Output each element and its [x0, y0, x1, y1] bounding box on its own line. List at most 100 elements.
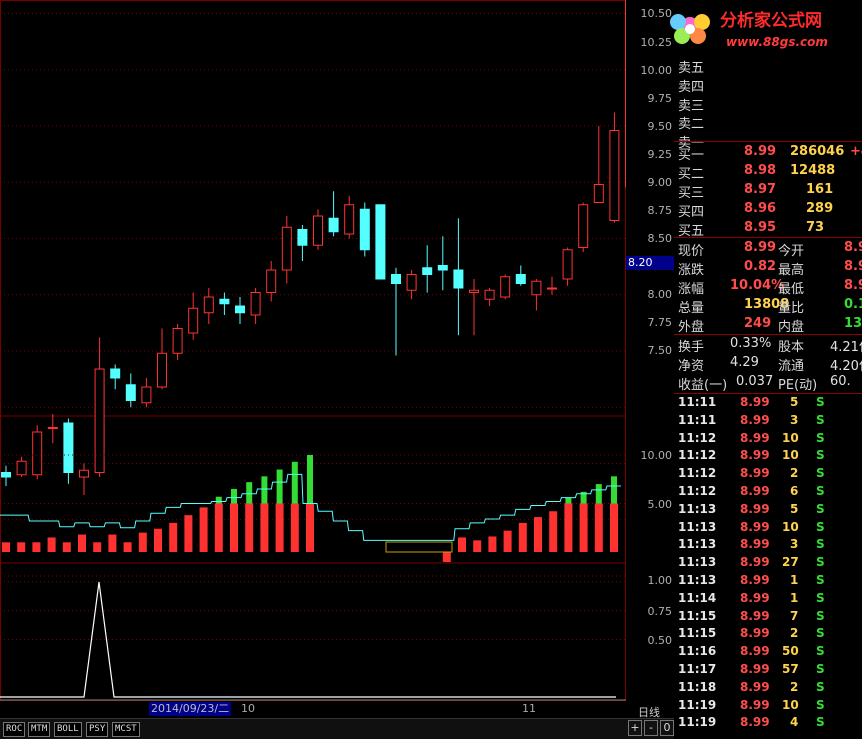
tick-volume: 27	[782, 555, 799, 570]
orderbook-price: 8.98	[744, 163, 777, 178]
candle-body	[500, 276, 511, 298]
trade-tick-row[interactable]: 11:19 8.99 10 S	[674, 698, 862, 716]
tick-side: S	[816, 519, 825, 534]
quote-label: 涨跌	[678, 263, 705, 278]
trade-tick-row[interactable]: 11:15 8.99 7 S	[674, 609, 862, 627]
indicator-bar	[442, 552, 451, 562]
zoom-out-button[interactable]: -	[644, 720, 658, 736]
orderbook-buy-row[interactable]: 买二 8.98 12488	[674, 163, 862, 182]
tick-side: S	[816, 662, 825, 676]
indicator-bar	[184, 515, 193, 552]
trade-tick-row[interactable]: 11:15 8.99 2 S	[674, 626, 862, 644]
trade-tick-row[interactable]: 11:11 8.99 5 S	[674, 395, 862, 413]
trade-tick-row[interactable]: 11:13 8.99 10 S	[674, 520, 862, 538]
fundamental-value: 0.33%	[730, 336, 772, 351]
quote-panel: 卖五卖四卖三卖二卖一买一8.99286046+4买二8.9812488买三8.9…	[674, 0, 862, 738]
trade-tick-row[interactable]: 11:13 8.99 1 S	[674, 573, 862, 591]
psy-axis-label: 1.00	[647, 574, 673, 587]
orderbook-buy-row[interactable]: 买四 8.96 289	[674, 201, 862, 220]
price-axis: 10.50 10.25 10.00 9.75 9.50 9.25 9.00 8.75 8.50 8…	[626, 0, 674, 720]
reset-button[interactable]: 0	[660, 720, 674, 736]
selected-date[interactable]: 2014/09/23/二	[149, 702, 232, 716]
price-axis-label: 8.75	[647, 204, 673, 217]
tick-volume: 4	[790, 715, 799, 730]
candle-body	[172, 328, 183, 354]
indicator-bar	[17, 542, 26, 552]
tab-psy[interactable]: PSY	[86, 722, 109, 737]
trade-tick-row[interactable]: 11:12 8.99 10 S	[674, 448, 862, 466]
candle-body	[297, 229, 308, 246]
quote-label: 总量	[678, 301, 705, 316]
kline-chart[interactable]: 10.46	[0, 0, 667, 720]
trade-tick-row[interactable]: 11:13 8.99 5 S	[674, 502, 862, 520]
fundamental-row[interactable]: 换手 0.33% 股本 4.21亿	[674, 336, 862, 355]
trade-tick-row[interactable]: 11:12 8.99 6 S	[674, 484, 862, 502]
fundamental-row[interactable]: 收益(一) 0.037 PE(动) 60.	[674, 374, 862, 393]
indicator-bar	[123, 542, 132, 552]
indicator-bar	[564, 503, 573, 552]
indicator-bar	[108, 534, 117, 552]
candle-body	[110, 368, 121, 379]
trade-tick-row[interactable]: 11:12 8.99 2 S	[674, 466, 862, 484]
tab-mcst[interactable]: MCST	[112, 722, 140, 737]
tab-roc[interactable]: ROC	[3, 722, 26, 737]
fundamental-label: 收益(一)	[678, 378, 728, 393]
tick-time: 11:14	[678, 590, 717, 605]
price-axis-label: 10.00	[640, 64, 673, 77]
tick-price: 8.99	[740, 590, 770, 605]
candle-body	[515, 274, 526, 284]
trade-tick-row[interactable]: 11:11 8.99 3 S	[674, 413, 862, 431]
trade-tick-row[interactable]: 11:16 8.99 50 S	[674, 644, 862, 662]
orderbook-sell-row[interactable]: 卖五	[674, 57, 862, 76]
tab-boll[interactable]: BOLL	[54, 722, 82, 737]
indicator-bar	[32, 542, 41, 552]
quote-row[interactable]: 涨跌 0.82最高 8.9	[674, 259, 862, 278]
orderbook-price: 8.95	[744, 220, 777, 235]
quote-row[interactable]: 总量13808量比0.1	[674, 297, 862, 316]
orderbook-buy-row[interactable]: 买一 8.99 286046 +4	[674, 144, 862, 163]
quote-row[interactable]: 现价 8.99今开 8.9	[674, 240, 862, 259]
trade-tick-row[interactable]: 11:13 8.99 27 S	[674, 555, 862, 573]
orderbook-label: 买一	[678, 148, 705, 163]
quote-row[interactable]: 涨幅 10.04%最低 8.9	[674, 278, 862, 297]
trade-tick-row[interactable]: 11:14 8.99 1 S	[674, 591, 862, 609]
quote-label: 今开	[778, 244, 805, 259]
price-axis-label: 9.75	[647, 92, 673, 105]
trade-tick-row[interactable]: 11:17 8.99 57 S	[674, 662, 862, 680]
fundamental-row[interactable]: 净资 4.29 流通 4.20亿	[674, 355, 862, 374]
indicator-green-bar	[307, 455, 313, 504]
indicator-bar	[534, 517, 542, 552]
fundamental-label: PE(动)	[778, 378, 818, 393]
quote-value: 8.9	[844, 259, 862, 274]
tick-price: 8.99	[740, 697, 770, 712]
zoom-in-button[interactable]: +	[628, 720, 642, 736]
tick-side: S	[816, 626, 825, 641]
fundamental-value: 4.21亿	[830, 340, 862, 355]
orderbook-volume: 12488	[790, 163, 836, 178]
indicator-green-bar	[565, 497, 572, 504]
fundamental-label: 换手	[678, 340, 705, 355]
candle-body	[359, 208, 370, 251]
orderbook-buy-row[interactable]: 买三 8.97 161	[674, 182, 862, 201]
tick-time: 11:19	[678, 715, 717, 730]
quote-row[interactable]: 外盘 249 内盘 1355	[674, 316, 862, 335]
trade-tick-row[interactable]: 11:13 8.99 3 S	[674, 537, 862, 555]
tick-volume: 10	[782, 697, 799, 712]
candle-body	[16, 460, 27, 476]
tick-time: 11:19	[678, 697, 717, 712]
candle-body	[547, 287, 557, 290]
indicator-bar	[458, 537, 466, 552]
trade-tick-row[interactable]: 11:19 8.99 4 S	[674, 715, 862, 733]
orderbook-sell-row[interactable]: 卖四	[674, 76, 862, 95]
quote-value: 8.9	[844, 278, 862, 293]
orderbook-label: 卖四	[678, 79, 705, 95]
tab-mtm[interactable]: MTM	[28, 722, 51, 737]
quote-value: 0.1	[844, 297, 862, 312]
tick-price: 8.99	[740, 448, 770, 463]
chart-area[interactable]: 10.46	[0, 0, 667, 720]
orderbook-sell-row[interactable]: 卖二	[674, 113, 862, 132]
tick-price: 8.99	[740, 501, 770, 516]
trade-tick-row[interactable]: 11:12 8.99 10 S	[674, 431, 862, 449]
trade-tick-row[interactable]: 11:18 8.99 2 S	[674, 680, 862, 698]
orderbook-sell-row[interactable]: 卖三	[674, 95, 862, 114]
